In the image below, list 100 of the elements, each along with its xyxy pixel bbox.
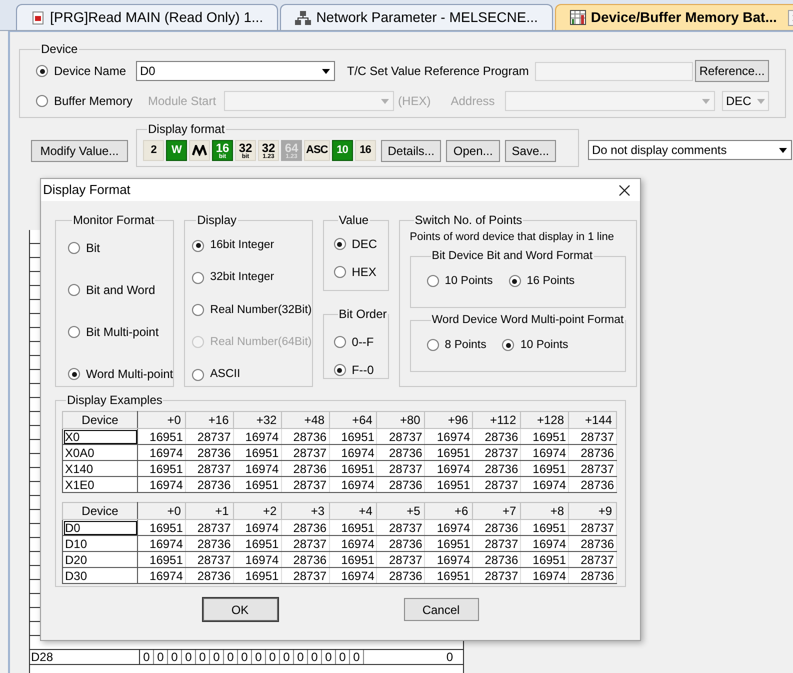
format-button[interactable]: W bbox=[166, 140, 187, 161]
table-cell: 28736 bbox=[472, 460, 521, 476]
option-label: ASCII bbox=[210, 367, 240, 382]
radio-button[interactable] bbox=[36, 65, 48, 77]
text-field[interactable] bbox=[534, 62, 693, 80]
radio-button[interactable] bbox=[334, 238, 346, 250]
cancel-button[interactable]: Cancel bbox=[404, 598, 478, 621]
table-cell: 28736 bbox=[281, 520, 330, 536]
group-title: Switch No. of Points bbox=[414, 212, 524, 229]
radio-button[interactable] bbox=[36, 95, 48, 107]
table-cell: 28736 bbox=[472, 428, 521, 444]
column-header: +3 bbox=[281, 502, 330, 520]
table-cell: 28736 bbox=[376, 568, 425, 584]
option-label: HEX bbox=[352, 264, 376, 281]
table-cell: 16951 bbox=[233, 444, 282, 460]
radio-button[interactable] bbox=[508, 275, 521, 288]
bit-cell: 0 bbox=[308, 650, 322, 664]
column-header: +2 bbox=[233, 502, 282, 520]
document-tab[interactable]: Device/Buffer Memory Bat... bbox=[554, 4, 793, 30]
column-header: +80 bbox=[376, 412, 425, 428]
table-cell: 16951 bbox=[424, 476, 473, 492]
modify-value-button[interactable]: Modify Value... bbox=[31, 140, 128, 162]
table-cell: 28737 bbox=[568, 520, 616, 536]
table-cell: 28736 bbox=[281, 552, 330, 568]
dropdown-field[interactable] bbox=[504, 91, 715, 111]
radio-button[interactable] bbox=[192, 368, 204, 381]
bit-cell: 0 bbox=[252, 650, 266, 664]
table-cell: D20 bbox=[62, 552, 138, 568]
ok-button[interactable]: OK bbox=[202, 598, 278, 621]
table-cell: 16974 bbox=[138, 444, 186, 460]
table-cell: 28737 bbox=[185, 552, 234, 568]
table-cell: 16974 bbox=[424, 520, 473, 536]
bit-cell: 0 bbox=[224, 650, 238, 664]
format-button[interactable]: 10 bbox=[332, 140, 353, 161]
table-cell: 28737 bbox=[472, 536, 521, 552]
table-cell: 28737 bbox=[376, 460, 425, 476]
column-header: +9 bbox=[568, 502, 616, 520]
radio-button[interactable] bbox=[192, 272, 204, 284]
column-header: +1 bbox=[185, 502, 234, 520]
radio-button[interactable] bbox=[334, 364, 346, 376]
table-cell: 28736 bbox=[185, 536, 234, 552]
table-cell: 16951 bbox=[424, 444, 473, 460]
radio-button[interactable] bbox=[426, 275, 439, 288]
action-button[interactable]: Open... bbox=[446, 140, 500, 162]
table-cell: D0 bbox=[62, 520, 138, 536]
multi-point-button[interactable] bbox=[189, 140, 210, 161]
dropdown-field[interactable] bbox=[224, 91, 394, 111]
dropdown-field[interactable]: D0 bbox=[136, 61, 335, 81]
table-cell: 28736 bbox=[185, 568, 234, 584]
column-header: +32 bbox=[233, 412, 282, 428]
option-label: Word Multi-point bbox=[86, 366, 174, 383]
dropdown-field[interactable]: Do not display comments bbox=[588, 140, 792, 160]
table-cell: 16951 bbox=[520, 552, 569, 568]
table-cell: 28737 bbox=[376, 552, 425, 568]
device-cell: D28 bbox=[30, 650, 140, 664]
zigzag-icon bbox=[192, 145, 207, 156]
table-cell: 16951 bbox=[138, 520, 186, 536]
column-header: Device bbox=[62, 412, 138, 428]
table-cell: 16974 bbox=[233, 552, 282, 568]
table-cell: 28736 bbox=[568, 568, 616, 584]
radio-button[interactable] bbox=[192, 304, 204, 316]
table-cell: 28736 bbox=[568, 536, 616, 552]
document-tab[interactable]: Network Parameter - MELSECNE... bbox=[280, 4, 553, 30]
table-cell: X140 bbox=[62, 460, 138, 476]
bit-cell: 0 bbox=[196, 650, 210, 664]
dropdown-field[interactable]: DEC bbox=[722, 91, 769, 111]
radio-button[interactable] bbox=[426, 339, 439, 352]
table-cell: 16951 bbox=[520, 520, 569, 536]
document-tab[interactable]: [PRG]Read MAIN (Read Only) 1... bbox=[16, 4, 278, 30]
field-label: Address bbox=[450, 93, 495, 110]
radio-button[interactable] bbox=[334, 336, 346, 348]
network-icon bbox=[295, 10, 312, 24]
radio-button[interactable] bbox=[68, 326, 80, 338]
column-header: +112 bbox=[472, 412, 521, 428]
format-button[interactable]: 2 bbox=[143, 140, 164, 161]
group-title: Bit Device Bit and Word Format bbox=[430, 248, 594, 264]
table-cell: 28737 bbox=[281, 536, 330, 552]
option-label: Bit Multi-point bbox=[86, 324, 159, 341]
radio-button[interactable] bbox=[192, 240, 204, 252]
action-button[interactable]: Save... bbox=[504, 140, 556, 162]
close-icon[interactable] bbox=[619, 184, 630, 196]
radio-button[interactable] bbox=[334, 266, 346, 278]
radio-button[interactable] bbox=[68, 368, 80, 380]
table-cell: 16951 bbox=[329, 552, 377, 568]
action-button[interactable]: Details... bbox=[380, 140, 442, 162]
format-button[interactable]: ASC bbox=[304, 140, 330, 161]
table-cell: 16974 bbox=[520, 568, 569, 584]
table-cell: 28736 bbox=[568, 444, 616, 460]
table-cell: D30 bbox=[62, 568, 138, 584]
grid-chart-icon bbox=[570, 10, 586, 25]
radio-button[interactable] bbox=[68, 242, 80, 254]
table-cell: 16951 bbox=[233, 568, 282, 584]
format-button[interactable]: 16 bbox=[354, 140, 376, 161]
table-cell: 28737 bbox=[185, 428, 234, 444]
radio-button[interactable] bbox=[502, 339, 514, 352]
group-title: Display format bbox=[147, 121, 226, 138]
table-cell: 28737 bbox=[185, 460, 234, 476]
reference-button[interactable]: Reference... bbox=[695, 60, 769, 82]
radio-button[interactable] bbox=[68, 284, 80, 296]
table-cell: 28736 bbox=[185, 476, 234, 492]
